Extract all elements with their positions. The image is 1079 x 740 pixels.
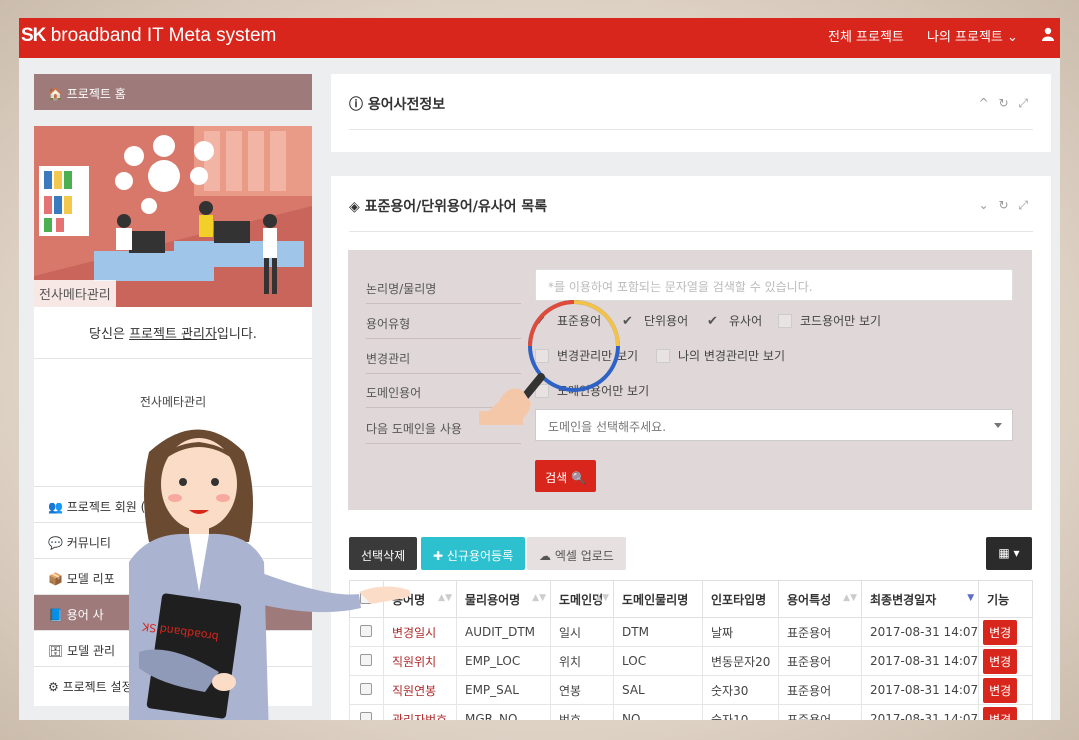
- check-icon: ✔: [622, 314, 633, 329]
- manager-role-text: 당신은 프로젝트 관리자입니다.: [34, 307, 312, 359]
- cell-last-modified: 2017-08-31 14:07: [860, 704, 980, 720]
- chevron-down-icon: [994, 423, 1002, 428]
- search-form: 논리명/물리명 용어유형 변경관리 도메인용어 다음 도메인을 사용 *를 이용…: [348, 250, 1032, 510]
- cell-domain-name: 위치: [550, 646, 614, 676]
- panel-tools[interactable]: ⌄ ↻ ⤢: [979, 198, 1031, 213]
- cell-infotype: 날짜: [702, 617, 779, 647]
- cell-infotype: 숫자30: [702, 675, 779, 705]
- illustration-label: 전사메타관리: [34, 280, 116, 307]
- check-icon: ✔: [535, 314, 546, 329]
- cell-last-modified: 2017-08-31 14:07: [860, 675, 980, 705]
- checkbox-standard-term[interactable]: ✔ 표준용어: [535, 312, 601, 329]
- cell-domain-name: 번호: [550, 704, 614, 720]
- cell-term-property: 표준용어: [778, 675, 862, 705]
- check-icon: ✔: [707, 314, 718, 329]
- table-row[interactable]: 변경일시 AUDIT_DTM 일시 DTM 날짜 표준용어 2017-08-31 14:07…: [349, 617, 1033, 647]
- presenter-illustration: broadband SK: [129, 429, 411, 720]
- checkbox-code-term-only[interactable]: 코드용어만 보기: [778, 312, 881, 329]
- project-name-label: 전사메타관리: [139, 395, 207, 409]
- header-physical-name[interactable]: 물리용어명 ▲▼: [456, 580, 551, 618]
- cell-function: 변경: [978, 675, 1033, 705]
- app-logo[interactable]: SK broadband IT Meta system: [21, 25, 276, 47]
- cell-infotype: 변동문자20: [702, 646, 779, 676]
- cell-domain-physical: NO: [613, 704, 703, 720]
- label-name: 논리명/물리명: [366, 280, 521, 304]
- panel-title: ◈ 표준용어/단위용어/유사어 목록: [349, 199, 548, 215]
- office-illustration: 전사메타관리: [34, 126, 312, 307]
- table-row[interactable]: 직원연봉 EMP_SAL 연봉 SAL 숫자30 표준용어 2017-08-31 14:07…: [349, 675, 1033, 705]
- search-button[interactable]: 검색 🔍: [535, 460, 596, 492]
- label-domain-term: 도메인용어: [366, 384, 521, 408]
- cell-domain-name: 일시: [550, 617, 614, 647]
- table-row[interactable]: 직원위치 EMP_LOC 위치 LOC 변동문자20 표준용어 2017-08-31 14:…: [349, 646, 1033, 676]
- cell-physical-name: AUDIT_DTM: [456, 617, 551, 647]
- domain-select[interactable]: 도메인을 선택해주세요.: [535, 409, 1013, 441]
- nav-my-projects[interactable]: 나의 프로젝트 ⌄: [927, 26, 1018, 45]
- checkbox-synonym[interactable]: ✔ 유사어: [707, 312, 762, 329]
- cell-term-property: 표준용어: [778, 617, 862, 647]
- cell-domain-physical: LOC: [613, 646, 703, 676]
- cell-term-property: 표준용어: [778, 646, 862, 676]
- cell-physical-name: EMP_LOC: [456, 646, 551, 676]
- cell-term-property: 표준용어: [778, 704, 862, 720]
- sidebar-project-home[interactable]: 🏠 프로젝트 홈: [34, 74, 312, 110]
- label-change-management: 변경관리: [366, 350, 521, 374]
- column-grid-button[interactable]: ▦ ▾: [986, 537, 1032, 570]
- cell-function: 변경: [978, 704, 1033, 720]
- header-term-property[interactable]: 용어특성 ▲▼: [778, 580, 862, 618]
- edit-button[interactable]: 변경: [983, 619, 1018, 645]
- app-window: SK broadband IT Meta system 전체 프로젝트 나의 프…: [19, 18, 1060, 720]
- table-header-row: 용어명 ▲▼ 물리용어명 ▲▼ 도메인명 ▲▼ 도메인물리명 인포타입명 용어특성 ▲▼…: [349, 580, 1033, 618]
- checkbox-domain-term-only[interactable]: 도메인용어만 보기: [535, 382, 649, 399]
- header-domain-physical[interactable]: 도메인물리명: [613, 580, 703, 618]
- term-list-panel: ◈ 표준용어/단위용어/유사어 목록 ⌄ ↻ ⤢ 논리명/물리명 용어유형 변경…: [331, 176, 1051, 720]
- term-dictionary-info-panel: ⓘ 용어사전정보 ^ ↻ ⤢: [331, 74, 1051, 152]
- checkbox-unit-term[interactable]: ✔ 단위용어: [622, 312, 688, 329]
- cell-domain-physical: SAL: [613, 675, 703, 705]
- excel-upload-button[interactable]: ☁ 엑셀 업로드: [527, 537, 626, 570]
- manager-role-link[interactable]: 프로젝트 관리자: [129, 327, 217, 342]
- cell-last-modified: 2017-08-31 14:07: [860, 617, 980, 647]
- user-icon[interactable]: [1042, 27, 1054, 41]
- header-function: 기능: [978, 580, 1033, 618]
- table-row[interactable]: 관리자번호 MGR_NO 번호 NO 숫자10 표준용어 2017-08-31 14:07 변…: [349, 704, 1033, 720]
- cell-function: 변경: [978, 646, 1033, 676]
- search-input[interactable]: *를 이용하여 포함되는 문자열을 검색할 수 있습니다.: [535, 269, 1013, 301]
- edit-button[interactable]: 변경: [983, 648, 1018, 674]
- cell-physical-name: MGR_NO: [456, 704, 551, 720]
- edit-button[interactable]: 변경: [983, 677, 1018, 703]
- header-last-modified[interactable]: 최종변경일자 ▼: [860, 580, 980, 618]
- cell-domain-physical: DTM: [613, 617, 703, 647]
- cell-physical-name: EMP_SAL: [456, 675, 551, 705]
- checkbox-change-only[interactable]: 변경관리만 보기: [535, 347, 638, 364]
- label-term-type: 용어유형: [366, 315, 521, 339]
- term-table: 용어명 ▲▼ 물리용어명 ▲▼ 도메인명 ▲▼ 도메인물리명 인포타입명 용어특성 ▲▼…: [349, 580, 1033, 720]
- panel-title: ⓘ 용어사전정보: [349, 97, 446, 113]
- cell-last-modified: 2017-08-31 14:07: [860, 646, 980, 676]
- nav-all-projects[interactable]: 전체 프로젝트: [828, 26, 904, 45]
- edit-button[interactable]: 변경: [983, 706, 1018, 720]
- header-domain-name[interactable]: 도메인명 ▲▼: [550, 580, 614, 618]
- checkbox-my-change-only[interactable]: 나의 변경관리만 보기: [656, 347, 785, 364]
- header-infotype[interactable]: 인포타입명: [702, 580, 779, 618]
- cell-domain-name: 연봉: [550, 675, 614, 705]
- cell-function: 변경: [978, 617, 1033, 647]
- cell-infotype: 숫자10: [702, 704, 779, 720]
- top-navbar: SK broadband IT Meta system 전체 프로젝트 나의 프…: [19, 18, 1060, 58]
- panel-tools[interactable]: ^ ↻ ⤢: [979, 96, 1031, 111]
